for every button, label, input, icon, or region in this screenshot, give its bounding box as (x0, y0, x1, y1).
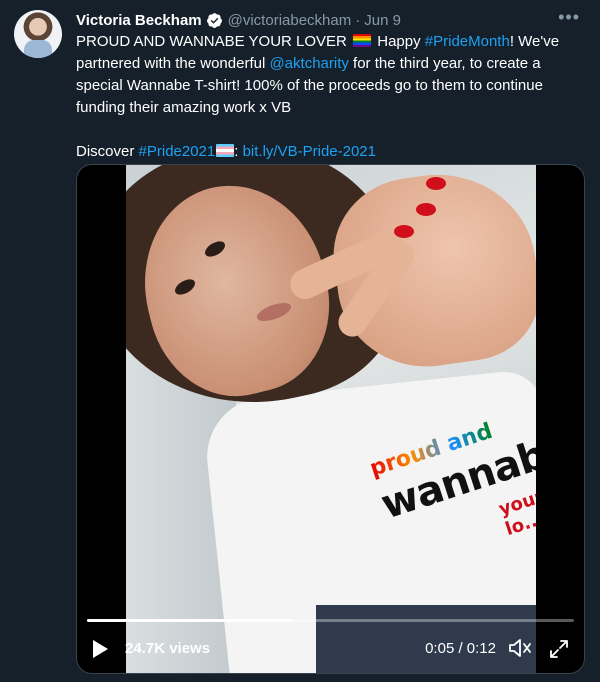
tweet-header: Victoria Beckham @victoriabeckham · Jun … (76, 9, 580, 31)
tweet-body: PROUD AND WANNABE YOUR LOVER Happy #Prid… (76, 31, 586, 163)
tweet-text-segment: : (234, 143, 243, 160)
tweet-text-segment: Happy (373, 33, 425, 50)
view-count: 24.7K views (125, 640, 211, 657)
fullscreen-icon[interactable] (548, 638, 570, 660)
video-controls: 24.7K views 0:05 / 0:12 (77, 633, 584, 663)
video-time: 0:05 / 0:12 (425, 640, 496, 657)
hashtag-link[interactable]: #PrideMonth (425, 33, 510, 50)
video-frame: proud and wannabe your lo... (126, 165, 536, 673)
verified-badge-icon (206, 12, 222, 28)
video-progress-fill (87, 619, 292, 622)
transgender-flag-icon (216, 144, 235, 157)
author-name[interactable]: Victoria Beckham (76, 12, 202, 29)
more-horizontal-icon[interactable]: ••• (558, 8, 580, 26)
tweet-text-segment: PROUD AND WANNABE YOUR LOVER (76, 33, 352, 50)
video-player[interactable]: proud and wannabe your lo... 24.7K views… (76, 164, 585, 674)
author-handle[interactable]: @victoriabeckham (228, 12, 352, 29)
tweet-text-segment: Discover (76, 143, 139, 160)
tweet-date[interactable]: Jun 9 (364, 12, 401, 29)
mention-link[interactable]: @aktcharity (269, 55, 348, 72)
mute-icon[interactable] (508, 638, 532, 658)
hashtag-link[interactable]: #Pride2021 (139, 143, 216, 160)
video-progress-bar[interactable] (87, 619, 574, 622)
rainbow-flag-icon (353, 34, 372, 47)
play-icon[interactable] (93, 640, 108, 658)
avatar[interactable] (14, 10, 62, 58)
separator-dot: · (355, 11, 361, 29)
url-link[interactable]: bit.ly/VB-Pride-2021 (243, 143, 376, 160)
